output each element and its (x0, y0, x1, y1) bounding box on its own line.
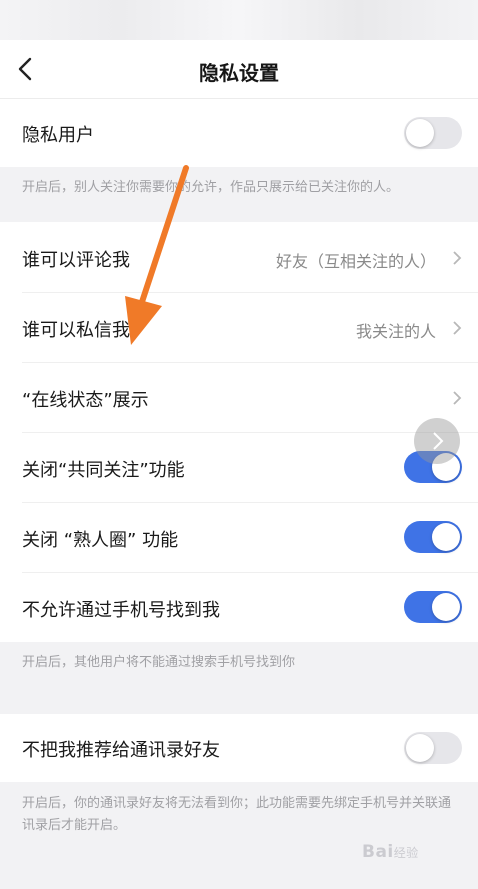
watermark-brand: Bai (362, 842, 394, 862)
watermark: Bai经验 (362, 842, 419, 862)
watermark-suffix: 经验 (393, 846, 419, 860)
annotation-arrow-icon (125, 165, 189, 345)
